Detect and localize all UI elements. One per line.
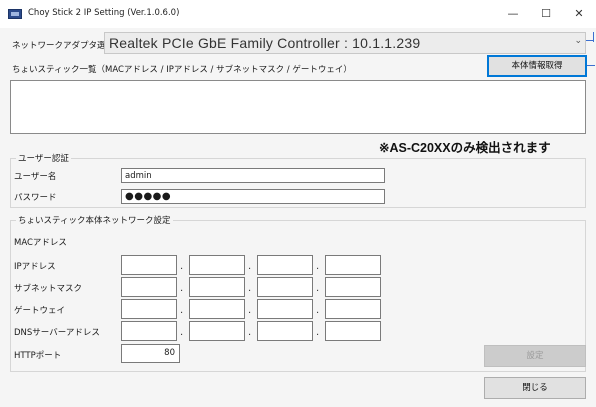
adapter-selected-value: Realtek PCIe GbE Family Controller : 10.…	[109, 35, 421, 51]
octet-separator: .	[180, 261, 184, 272]
username-input[interactable]: admin	[121, 168, 385, 183]
close-window-button[interactable]: ✕	[564, 4, 594, 24]
subnet-octet-1-input[interactable]	[121, 277, 177, 297]
octet-separator: .	[180, 305, 184, 316]
adapter-dropdown[interactable]: Realtek PCIe GbE Family Controller : 10.…	[104, 32, 586, 54]
http-port-label: HTTPポート	[14, 351, 62, 361]
subnet-octet-2-input[interactable]	[189, 277, 245, 297]
dns-octet-2-input[interactable]	[189, 321, 245, 341]
chevron-down-icon[interactable]: ⌄	[574, 36, 582, 46]
app-window: Choy Stick 2 IP Setting (Ver.1.0.6.0) — …	[0, 0, 596, 407]
password-input[interactable]: ●●●●●	[121, 189, 385, 204]
detection-note: ※AS-C20XXのみ検出されます	[379, 141, 551, 155]
octet-separator: .	[180, 327, 184, 338]
gateway-octet-2-input[interactable]	[189, 299, 245, 319]
ip-address-label: IPアドレス	[14, 262, 56, 272]
maximize-button[interactable]: ☐	[531, 4, 561, 24]
ip-octet-3-input[interactable]	[257, 255, 313, 275]
network-group-label: ちょいスティック本体ネットワーク設定	[16, 214, 173, 226]
dns-octet-3-input[interactable]	[257, 321, 313, 341]
gateway-octet-1-input[interactable]	[121, 299, 177, 319]
ip-octet-1-input[interactable]	[121, 255, 177, 275]
window-title: Choy Stick 2 IP Setting (Ver.1.0.6.0)	[28, 8, 180, 18]
dns-octet-4-input[interactable]	[325, 321, 381, 341]
octet-separator: .	[316, 283, 320, 294]
gateway-octet-4-input[interactable]	[325, 299, 381, 319]
octet-separator: .	[248, 305, 252, 316]
gateway-label: ゲートウェイ	[14, 306, 66, 316]
octet-separator: .	[180, 283, 184, 294]
ip-octet-4-input[interactable]	[325, 255, 381, 275]
accent-connector-line	[593, 32, 594, 42]
title-bar[interactable]: Choy Stick 2 IP Setting (Ver.1.0.6.0) — …	[0, 0, 596, 28]
password-label: パスワード	[14, 193, 57, 203]
device-listbox[interactable]	[10, 80, 586, 134]
dns-octet-1-input[interactable]	[121, 321, 177, 341]
accent-connector-line	[587, 65, 595, 66]
device-list-label: ちょいスティック一覧（MACアドレス / IPアドレス / サブネットマスク /…	[12, 65, 352, 75]
subnet-mask-label: サブネットマスク	[14, 284, 83, 294]
octet-separator: .	[316, 327, 320, 338]
mac-address-label: MACアドレス	[14, 238, 67, 248]
app-icon	[8, 9, 22, 19]
octet-separator: .	[316, 261, 320, 272]
adapter-label: ネットワークアダプタ選択	[12, 41, 115, 51]
gateway-octet-3-input[interactable]	[257, 299, 313, 319]
subnet-octet-4-input[interactable]	[325, 277, 381, 297]
octet-separator: .	[248, 327, 252, 338]
octet-separator: .	[316, 305, 320, 316]
dns-server-label: DNSサーバーアドレス	[14, 328, 100, 338]
subnet-octet-3-input[interactable]	[257, 277, 313, 297]
http-port-input[interactable]: 80	[121, 344, 180, 363]
get-device-info-button[interactable]: 本体情報取得	[487, 55, 587, 77]
close-button[interactable]: 閉じる	[484, 377, 586, 399]
minimize-button[interactable]: —	[498, 4, 528, 24]
octet-separator: .	[248, 283, 252, 294]
ip-octet-2-input[interactable]	[189, 255, 245, 275]
octet-separator: .	[248, 261, 252, 272]
auth-group-label: ユーザー認証	[16, 152, 71, 164]
apply-settings-button[interactable]: 設定	[484, 345, 586, 367]
username-label: ユーザー名	[14, 172, 57, 182]
